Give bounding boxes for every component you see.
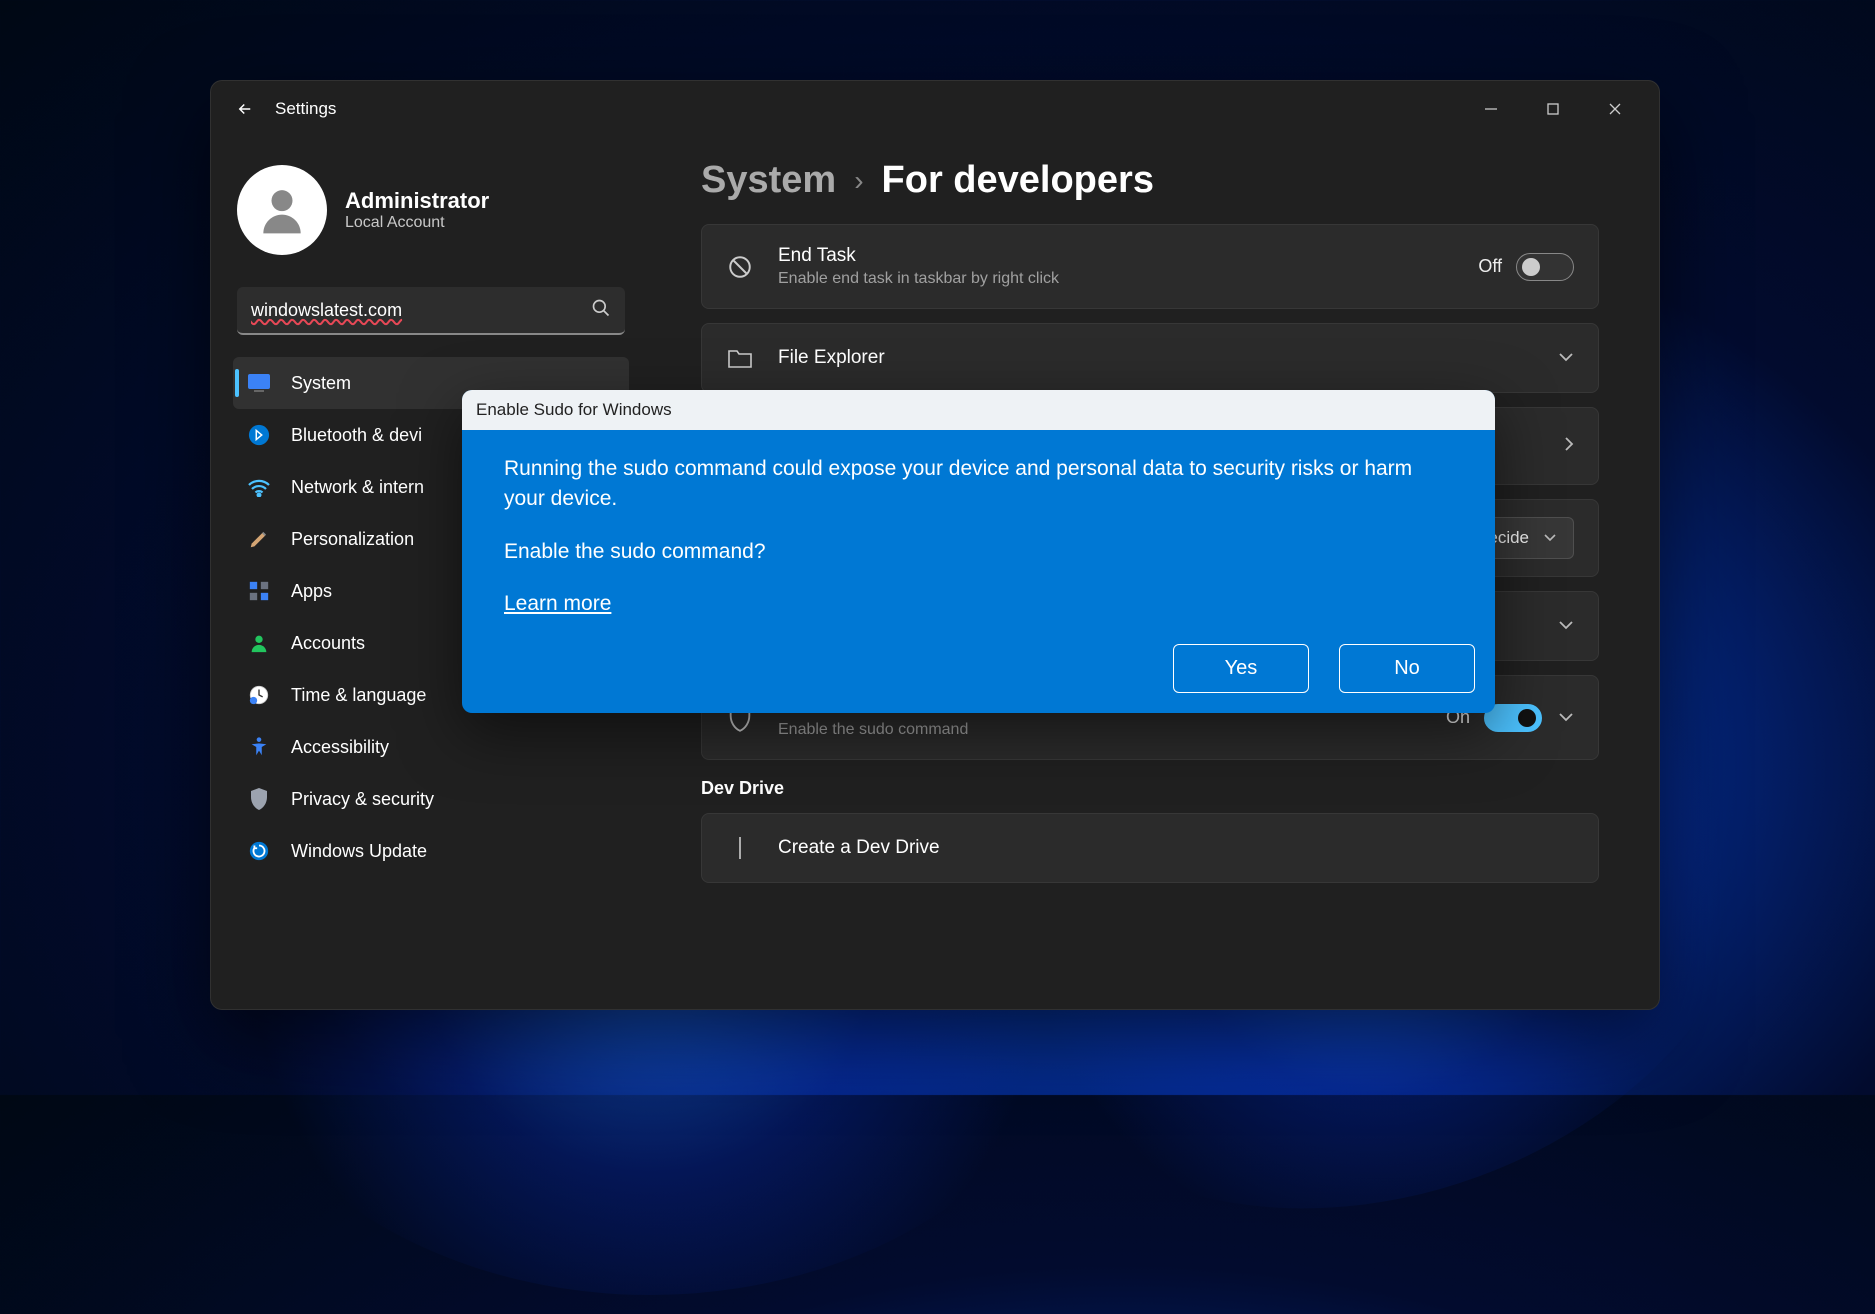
maximize-button[interactable]: [1523, 89, 1583, 129]
search-input[interactable]: windowslatest.com: [251, 300, 591, 321]
search-box[interactable]: windowslatest.com: [237, 287, 625, 335]
card-end-task[interactable]: End Task Enable end task in taskbar by r…: [701, 224, 1599, 309]
titlebar: Settings: [211, 81, 1659, 137]
nav-label: Bluetooth & devi: [291, 425, 422, 446]
folder-icon: [726, 344, 754, 372]
nav-label: Network & intern: [291, 477, 424, 498]
dev-drive-heading: Dev Drive: [701, 778, 1599, 799]
back-button[interactable]: [225, 89, 265, 129]
chevron-right-icon: [1564, 436, 1574, 457]
user-profile[interactable]: Administrator Local Account: [233, 155, 629, 279]
drive-icon: [726, 834, 754, 862]
user-account-type: Local Account: [345, 214, 489, 232]
card-subtitle: Enable end task in taskbar by right clic…: [778, 270, 1454, 288]
update-icon: [247, 839, 271, 863]
nav-label: Accessibility: [291, 737, 389, 758]
nav-label: System: [291, 373, 351, 394]
close-button[interactable]: [1585, 89, 1645, 129]
apps-icon: [247, 579, 271, 603]
nav-item-accessibility[interactable]: Accessibility: [233, 721, 629, 773]
yes-button[interactable]: Yes: [1173, 644, 1309, 693]
search-icon[interactable]: [591, 298, 611, 323]
chevron-right-icon: ›: [854, 165, 863, 197]
nav-label: Time & language: [291, 685, 426, 706]
sudo-dialog: Enable Sudo for Windows Running the sudo…: [462, 390, 1495, 713]
clock-icon: [247, 683, 271, 707]
window-title: Settings: [275, 99, 336, 119]
minimize-button[interactable]: [1461, 89, 1521, 129]
dialog-title: Enable Sudo for Windows: [462, 390, 1495, 430]
avatar: [237, 165, 327, 255]
bluetooth-icon: [247, 423, 271, 447]
breadcrumb-current: For developers: [882, 159, 1154, 202]
chevron-down-icon: [1558, 349, 1574, 367]
dialog-body-text-2: Enable the sudo command?: [504, 537, 1453, 567]
nav-label: Windows Update: [291, 841, 427, 862]
nav-item-privacy[interactable]: Privacy & security: [233, 773, 629, 825]
brush-icon: [247, 527, 271, 551]
learn-more-link[interactable]: Learn more: [504, 592, 611, 615]
breadcrumb-parent[interactable]: System: [701, 159, 836, 202]
system-icon: [247, 371, 271, 395]
dialog-body-text-1: Running the sudo command could expose yo…: [504, 454, 1453, 515]
card-file-explorer[interactable]: File Explorer: [701, 323, 1599, 393]
wifi-icon: [247, 475, 271, 499]
card-subtitle: Enable the sudo command: [778, 721, 1422, 739]
accessibility-icon: [247, 735, 271, 759]
no-button[interactable]: No: [1339, 644, 1475, 693]
end-task-toggle[interactable]: [1516, 253, 1574, 281]
chevron-down-icon: [1558, 709, 1574, 727]
card-title: Create a Dev Drive: [778, 837, 1574, 859]
breadcrumb: System › For developers: [701, 159, 1599, 202]
shield-icon: [247, 787, 271, 811]
nav-item-update[interactable]: Windows Update: [233, 825, 629, 877]
prohibit-icon: [726, 253, 754, 281]
toggle-label: Off: [1478, 256, 1502, 277]
nav-label: Personalization: [291, 529, 414, 550]
user-name: Administrator: [345, 188, 489, 214]
person-icon: [247, 631, 271, 655]
nav-label: Privacy & security: [291, 789, 434, 810]
card-title: End Task: [778, 245, 1454, 267]
nav-label: Accounts: [291, 633, 365, 654]
card-create-dev-drive[interactable]: Create a Dev Drive: [701, 813, 1599, 883]
card-title: File Explorer: [778, 347, 1534, 369]
chevron-down-icon: [1558, 617, 1574, 635]
nav-label: Apps: [291, 581, 332, 602]
